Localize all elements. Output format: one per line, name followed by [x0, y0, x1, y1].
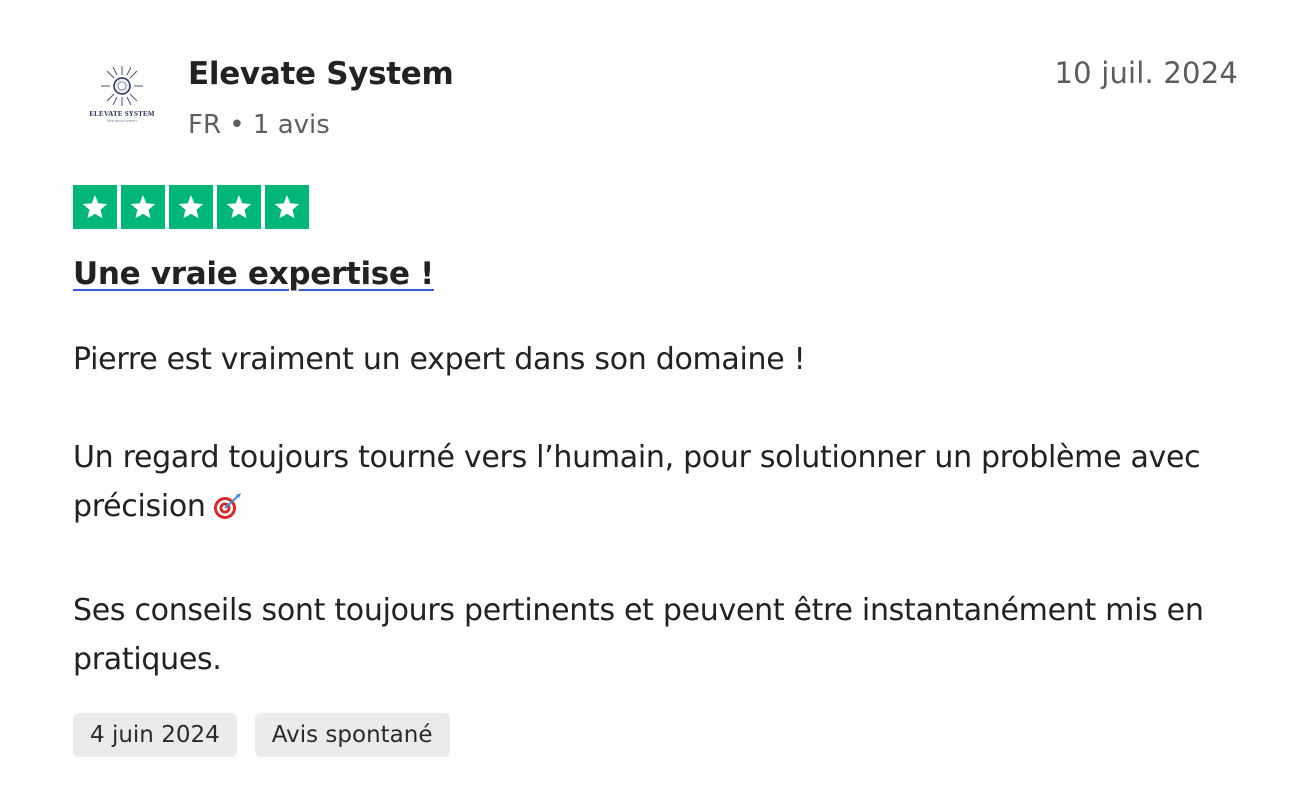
- sun-logo-icon: [101, 66, 143, 106]
- experience-date-tag: 4 juin 2024: [73, 713, 237, 757]
- review-paragraph: Ses conseils sont toujours pertinents et…: [73, 593, 1204, 677]
- reviewer-review-count: 1 avis: [252, 110, 330, 140]
- star-icon: [73, 185, 117, 229]
- logo-wordmark: ELEVATE SYSTEM: [89, 110, 155, 118]
- review-title-link[interactable]: Une vraie expertise !: [73, 256, 434, 292]
- star-icon: [217, 185, 261, 229]
- review-paragraph: Pierre est vraiment un expert dans son d…: [73, 342, 806, 377]
- star-icon: [265, 185, 309, 229]
- logo-subtext: WEB DEVELOPMENT: [106, 119, 138, 123]
- reviewer-avatar[interactable]: ELEVATE SYSTEM WEB DEVELOPMENT: [80, 64, 164, 148]
- review-card: ELEVATE SYSTEM WEB DEVELOPMENT Elevate S…: [0, 0, 1302, 800]
- star-icon: [121, 185, 165, 229]
- target-dart-icon: [212, 488, 242, 537]
- review-type-tag[interactable]: Avis spontané: [254, 713, 450, 757]
- reviewer-country: FR: [188, 110, 222, 140]
- star-rating: [73, 185, 309, 229]
- star-icon: [169, 185, 213, 229]
- review-body: Pierre est vraiment un expert dans son d…: [73, 335, 1233, 733]
- reviewer-name[interactable]: Elevate System: [188, 56, 454, 92]
- reviewer-meta: FR • 1 avis: [188, 110, 330, 140]
- review-paragraph: Un regard toujours tourné vers l’humain,…: [73, 433, 1233, 537]
- meta-separator: •: [229, 110, 245, 140]
- review-tags: 4 juin 2024 Avis spontané: [73, 713, 450, 757]
- review-date: 10 juil. 2024: [1054, 56, 1238, 90]
